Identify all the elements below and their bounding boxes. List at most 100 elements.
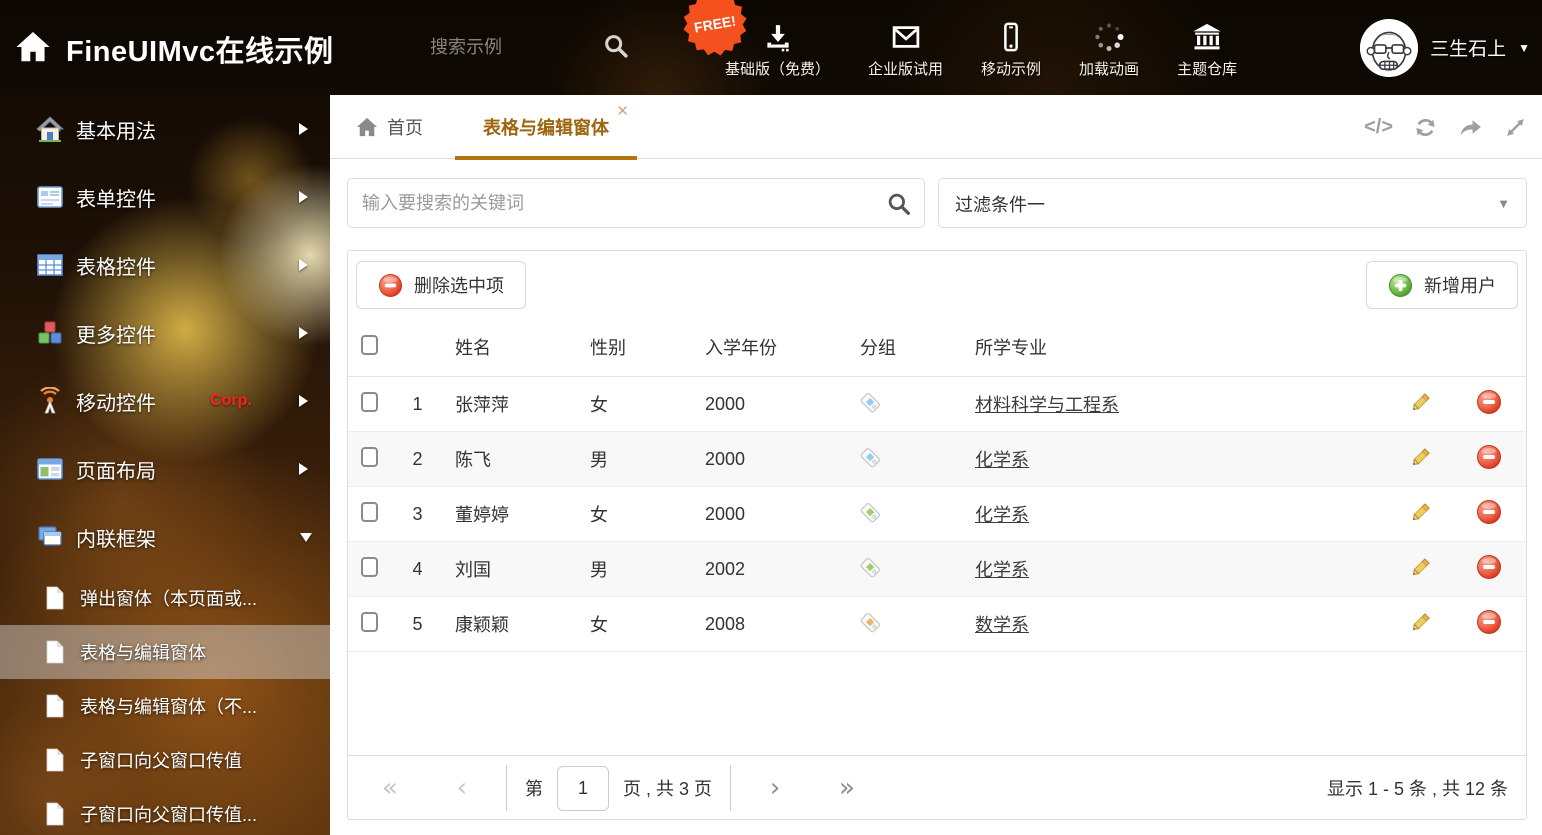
chevron-right-icon [299,463,308,475]
edit-pencil-icon[interactable] [1408,609,1434,640]
pagination-bar: « ‹ 第 页 , 共 3 页 › » 显示 1 - 5 条 , 共 12 条 [348,755,1526,819]
wireless-icon [36,387,64,415]
last-page-button[interactable]: » [811,775,883,801]
nav-enterprise-trial[interactable]: 企业版试用 [849,0,962,95]
app-header: FineUIMvc在线示例 FREE! 基础版（免费）企业版试用移动示例加载动画… [0,0,1542,95]
table-header-row: 姓名 性别 入学年份 分组 所学专业 [348,318,1526,377]
sidebar-item-mobile-controls[interactable]: 移动控件Corp. [0,367,330,435]
user-menu[interactable]: 三生石上 ▼ [1360,0,1530,95]
sidebar-subitem[interactable]: 表格与编辑窗体（不... [0,679,330,733]
share-icon[interactable] [1458,115,1483,140]
table-row: 3董婷婷女2000化学系 [348,487,1526,542]
filter-dropdown[interactable]: 过滤条件一 ▼ [938,178,1527,228]
header-search-icon[interactable] [602,32,630,60]
sidebar-item-basic-usage[interactable]: 基本用法 [0,95,330,163]
sidebar-subitem[interactable]: 弹出窗体（本页面或... [0,571,330,625]
expand-icon[interactable] [1503,115,1528,140]
nav-theme-store[interactable]: 主题仓库 [1158,0,1256,95]
form-icon [36,183,64,211]
major-link[interactable]: 化学系 [975,505,1029,525]
tab-grid-edit-window[interactable]: 表格与编辑窗体 ✕ [455,95,637,159]
sidebar-subitem[interactable]: 子窗口向父窗口传值 [0,733,330,787]
sidebar-item-form-controls[interactable]: 表单控件 [0,163,330,231]
cell-year: 2000 [695,394,850,415]
tab-toolbar: </> [1364,95,1528,159]
cell-year: 2008 [695,614,850,635]
col-major[interactable]: 所学专业 [965,334,1391,360]
grid-toolbar: 删除选中项 新增用户 [348,251,1526,318]
major-link[interactable]: 化学系 [975,450,1029,470]
file-icon [44,586,66,610]
chevron-right-icon [299,395,308,407]
view-source-icon[interactable]: </> [1364,116,1393,139]
select-all-checkbox[interactable] [361,335,378,355]
add-user-button[interactable]: 新增用户 [1366,261,1518,309]
major-link[interactable]: 化学系 [975,560,1029,580]
sidebar-item-grid-controls[interactable]: 表格控件 [0,231,330,299]
row-number: 2 [390,449,445,470]
prev-page-button[interactable]: ‹ [426,775,498,801]
edit-pencil-icon[interactable] [1408,389,1434,420]
major-link[interactable]: 数学系 [975,615,1029,635]
nav-loading-animation[interactable]: 加载动画 [1060,0,1158,95]
col-year[interactable]: 入学年份 [695,334,850,360]
file-icon [44,802,66,826]
keyword-search-input[interactable] [362,179,882,227]
sidebar-subitem[interactable]: 表格与编辑窗体 [0,625,330,679]
delete-row-icon[interactable] [1476,609,1502,640]
header-search-input[interactable] [430,30,590,64]
first-page-button[interactable]: « [354,775,426,801]
cell-gender: 男 [580,556,695,582]
edit-pencil-icon[interactable] [1408,554,1434,585]
sidebar-subitem[interactable]: 子窗口向父窗口传值... [0,787,330,835]
page-suffix: 页 , 共 3 页 [623,775,712,801]
col-group[interactable]: 分组 [850,334,965,360]
cell-name: 康颖颖 [445,611,580,637]
next-page-button[interactable]: › [739,775,811,801]
edit-pencil-icon[interactable] [1408,499,1434,530]
tab-close-icon[interactable]: ✕ [616,104,629,119]
filter-row: 过滤条件一 ▼ [347,178,1527,228]
delete-row-icon[interactable] [1476,444,1502,475]
col-gender[interactable]: 性别 [580,334,695,360]
home-colored-icon [36,115,64,143]
keyword-search-icon[interactable] [886,191,912,217]
tabstrip: 首页 表格与编辑窗体 ✕ </> [330,95,1542,159]
delete-row-icon[interactable] [1476,389,1502,420]
app-title: FineUIMvc在线示例 [66,28,334,70]
nav-mobile-demo[interactable]: 移动示例 [962,0,1060,95]
cell-year: 2000 [695,504,850,525]
minus-circle-icon [378,273,403,298]
row-checkbox[interactable] [361,392,378,412]
data-table: 姓名 性别 入学年份 分组 所学专业 1张萍萍女2000材料科学与工程系2陈飞男… [348,318,1526,652]
sidebar-menu: 基本用法表单控件表格控件更多控件移动控件Corp.页面布局内联框架弹出窗体（本页… [0,95,330,835]
sidebar-item-inline-frame[interactable]: 内联框架 [0,503,330,571]
major-link[interactable]: 材料科学与工程系 [975,395,1119,415]
home-icon[interactable] [14,28,52,66]
refresh-icon[interactable] [1413,115,1438,140]
sidebar-item-page-layout[interactable]: 页面布局 [0,435,330,503]
row-checkbox[interactable] [361,502,378,522]
delete-row-icon[interactable] [1476,554,1502,585]
edit-pencil-icon[interactable] [1408,444,1434,475]
pagination-controls: « ‹ 第 页 , 共 3 页 › » [354,756,883,820]
page-number-input[interactable] [557,766,609,811]
delete-row-icon[interactable] [1476,499,1502,530]
frames-icon [36,523,64,551]
tab-home[interactable]: 首页 [356,95,423,159]
table-row: 1张萍萍女2000材料科学与工程系 [348,377,1526,432]
row-number: 3 [390,504,445,525]
col-name[interactable]: 姓名 [445,334,580,360]
envelope-icon [891,17,921,53]
bank-icon [1192,17,1222,53]
row-checkbox[interactable] [361,447,378,467]
delete-selected-button[interactable]: 删除选中项 [356,261,526,309]
layout-icon [36,455,64,483]
row-checkbox[interactable] [361,612,378,632]
chevron-down-icon [300,533,312,542]
cell-year: 2000 [695,449,850,470]
sidebar-item-more-controls[interactable]: 更多控件 [0,299,330,367]
free-badge: FREE! [678,0,752,61]
row-checkbox[interactable] [361,557,378,577]
chevron-right-icon [299,123,308,135]
